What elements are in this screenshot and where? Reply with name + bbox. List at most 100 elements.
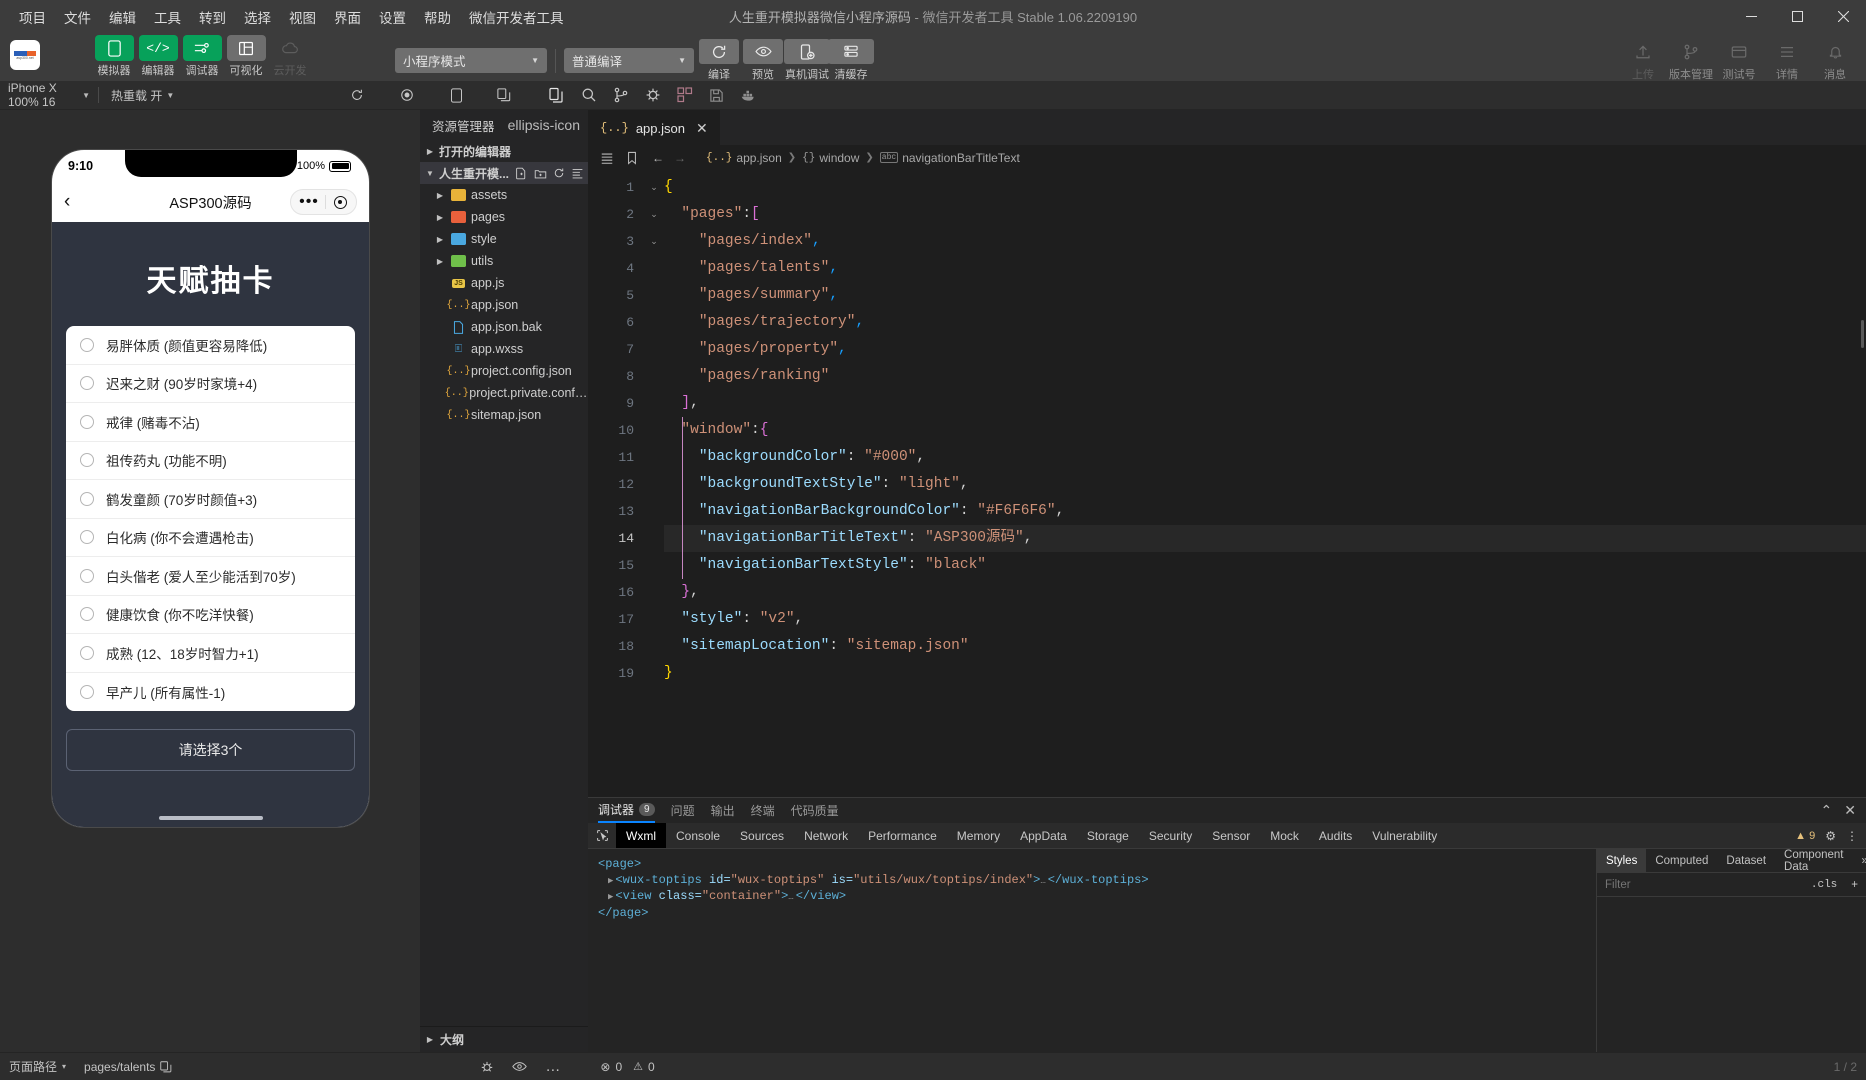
debug-icon[interactable] bbox=[637, 81, 669, 110]
chevron-up-icon[interactable]: ⌃ bbox=[1821, 802, 1833, 819]
debug-status-icon[interactable] bbox=[471, 1053, 503, 1080]
toolbar-right-details[interactable]: 详情 bbox=[1764, 39, 1810, 82]
devtools-panel-tab[interactable]: 输出 bbox=[711, 802, 735, 819]
talent-option[interactable]: 早产儿 (所有属性-1) bbox=[66, 673, 355, 712]
chevron-left-icon[interactable]: ‹ bbox=[64, 191, 70, 213]
tree-file[interactable]: app.json.bak bbox=[420, 316, 588, 338]
close-button[interactable] bbox=[1820, 0, 1866, 33]
new-folder-icon[interactable] bbox=[534, 167, 547, 180]
toolbar-right-branch[interactable]: 版本管理 bbox=[1668, 39, 1714, 82]
mode-select[interactable]: 小程序模式 ▼ bbox=[395, 48, 547, 73]
wxml-node[interactable]: <page> bbox=[598, 857, 1586, 873]
ellipsis-icon[interactable]: ellipsis-icon bbox=[508, 117, 580, 133]
tree-folder[interactable]: ▶style bbox=[420, 228, 588, 250]
tree-file[interactable]: {..}sitemap.json bbox=[420, 404, 588, 426]
styles-tab-styles[interactable]: Styles bbox=[1597, 849, 1646, 872]
devtools-tab-storage[interactable]: Storage bbox=[1077, 823, 1139, 848]
devtools-tab-audits[interactable]: Audits bbox=[1309, 823, 1362, 848]
hot-reload-select[interactable]: 热重载 开 ▼ bbox=[103, 81, 182, 110]
styles-more-tabs[interactable]: » bbox=[1853, 849, 1866, 872]
search-icon[interactable] bbox=[573, 81, 605, 110]
talent-option[interactable]: 鹤发童颜 (70岁时颜值+3) bbox=[66, 480, 355, 519]
wxml-node[interactable]: ▶<wux-toptips id="wux-toptips" is="utils… bbox=[598, 873, 1586, 890]
toolbar-button-sliders[interactable]: 调试器 bbox=[182, 35, 222, 78]
tree-file[interactable]: {..}app.json bbox=[420, 294, 588, 316]
bookmark-icon[interactable] bbox=[626, 151, 638, 165]
chevron-right-icon[interactable]: ▶ bbox=[608, 876, 613, 886]
add-rule-button[interactable]: + bbox=[1851, 879, 1858, 891]
menu-item-8[interactable]: 设置 bbox=[370, 3, 415, 31]
nav-forward-icon[interactable]: → bbox=[674, 151, 686, 165]
docker-icon[interactable] bbox=[732, 81, 765, 110]
devtools-panel-tab[interactable]: 问题 bbox=[671, 802, 695, 819]
tree-file[interactable]: {..}project.private.config.js... bbox=[420, 382, 588, 404]
fold-toggle-icon[interactable]: ⌄ bbox=[644, 201, 664, 228]
styles-tab-dataset[interactable]: Dataset bbox=[1717, 849, 1775, 872]
copy-icon[interactable] bbox=[160, 1061, 172, 1073]
tree-folder[interactable]: ▶utils bbox=[420, 250, 588, 272]
run-button-device-debug[interactable]: 真机调试 bbox=[786, 39, 828, 82]
talent-option[interactable]: 健康饮食 (你不吃洋快餐) bbox=[66, 596, 355, 635]
talent-option[interactable]: 成熟 (12、18岁时智力+1) bbox=[66, 634, 355, 673]
radio-icon[interactable] bbox=[80, 376, 94, 390]
talent-option[interactable]: 易胖体质 (颜值更容易降低) bbox=[66, 326, 355, 365]
breadcrumb-item-window[interactable]: {} window bbox=[802, 151, 859, 165]
radio-icon[interactable] bbox=[80, 415, 94, 429]
project-root-section[interactable]: ▼ 人生重开模... bbox=[420, 162, 588, 184]
tree-file[interactable]: 🗉app.wxss bbox=[420, 338, 588, 360]
eye-icon[interactable] bbox=[503, 1053, 536, 1080]
styles-tab-computed[interactable]: Computed bbox=[1646, 849, 1717, 872]
fold-toggle-icon[interactable]: ⌄ bbox=[644, 228, 664, 255]
nav-back-icon[interactable]: ← bbox=[652, 151, 664, 165]
tree-file[interactable]: JSapp.js bbox=[420, 272, 588, 294]
radio-icon[interactable] bbox=[80, 530, 94, 544]
radio-icon[interactable] bbox=[80, 453, 94, 467]
record-icon[interactable] bbox=[392, 81, 422, 110]
menu-item-4[interactable]: 转到 bbox=[190, 3, 235, 31]
ellipsis-icon[interactable]: … bbox=[536, 1053, 569, 1080]
editor-scrollbar[interactable] bbox=[1861, 320, 1864, 348]
breadcrumb-item-key[interactable]: abc navigationBarTitleText bbox=[880, 151, 1020, 165]
copy-icon[interactable] bbox=[489, 81, 519, 110]
rotate-icon[interactable] bbox=[342, 81, 372, 110]
devtools-panel-tab[interactable]: 终端 bbox=[751, 802, 775, 819]
tree-folder[interactable]: ▶pages bbox=[420, 206, 588, 228]
cls-button[interactable]: .cls bbox=[1811, 879, 1837, 891]
devtools-tab-console[interactable]: Console bbox=[666, 823, 730, 848]
devtools-tab-security[interactable]: Security bbox=[1139, 823, 1202, 848]
talent-option[interactable]: 白头偕老 (爱人至少能活到70岁) bbox=[66, 557, 355, 596]
radio-icon[interactable] bbox=[80, 607, 94, 621]
tab-app-json[interactable]: {..} app.json ✕ bbox=[588, 110, 720, 145]
gear-icon[interactable]: ⚙ bbox=[1825, 829, 1836, 843]
warning-badge[interactable]: ▲ 9 bbox=[1795, 830, 1815, 842]
toolbar-button-layout[interactable]: 可视化 bbox=[226, 35, 266, 78]
devtools-panel-tab[interactable]: 代码质量 bbox=[791, 802, 839, 819]
toolbar-button-phone[interactable]: 模拟器 bbox=[94, 35, 134, 78]
target-icon[interactable] bbox=[326, 196, 354, 209]
talent-option[interactable]: 戒律 (赌毒不沾) bbox=[66, 403, 355, 442]
open-editors-section[interactable]: ▶ 打开的编辑器 bbox=[420, 140, 588, 162]
radio-icon[interactable] bbox=[80, 685, 94, 699]
chevron-right-icon[interactable]: ▶ bbox=[608, 892, 613, 902]
extensions-icon[interactable] bbox=[669, 81, 701, 110]
close-icon[interactable]: ✕ bbox=[1844, 802, 1856, 819]
styles-tab-component-data[interactable]: Component Data bbox=[1775, 849, 1852, 872]
devtools-tab-performance[interactable]: Performance bbox=[858, 823, 947, 848]
radio-icon[interactable] bbox=[80, 338, 94, 352]
menu-item-6[interactable]: 视图 bbox=[280, 3, 325, 31]
capsule-button[interactable]: ••• bbox=[290, 189, 357, 215]
explorer-icon[interactable] bbox=[541, 81, 573, 110]
code-editor[interactable]: 12345678910111213141516171819 ⌄⌄⌄ { "pag… bbox=[588, 170, 1866, 797]
menu-item-9[interactable]: 帮助 bbox=[415, 3, 460, 31]
minimize-button[interactable] bbox=[1728, 0, 1774, 33]
code-content[interactable]: { "pages":[ "pages/index", "pages/talent… bbox=[664, 170, 1866, 797]
menu-item-5[interactable]: 选择 bbox=[235, 3, 280, 31]
toolbar-right-test-account[interactable]: 测试号 bbox=[1716, 39, 1762, 82]
submit-button[interactable]: 请选择3个 bbox=[66, 729, 355, 771]
fold-toggle-icon[interactable]: ⌄ bbox=[644, 174, 664, 201]
radio-icon[interactable] bbox=[80, 646, 94, 660]
menu-item-1[interactable]: 文件 bbox=[55, 3, 100, 31]
fold-column[interactable]: ⌄⌄⌄ bbox=[644, 170, 664, 797]
talent-option[interactable]: 迟来之财 (90岁时家境+4) bbox=[66, 365, 355, 404]
wxml-node[interactable]: </page> bbox=[598, 906, 1586, 922]
